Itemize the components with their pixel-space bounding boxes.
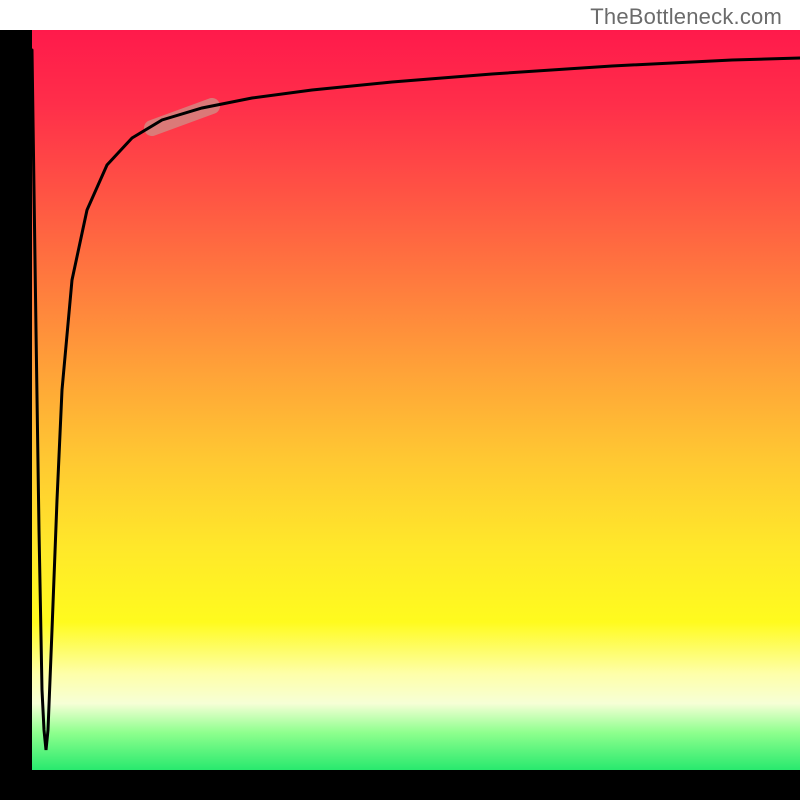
axis-bottom-bar [0, 770, 800, 800]
chart-svg [32, 30, 800, 770]
axis-left-bar [0, 30, 32, 770]
watermark-text: TheBottleneck.com [590, 4, 782, 30]
bottleneck-curve [32, 50, 800, 750]
plot-area [32, 30, 800, 770]
chart-frame: TheBottleneck.com [0, 0, 800, 800]
